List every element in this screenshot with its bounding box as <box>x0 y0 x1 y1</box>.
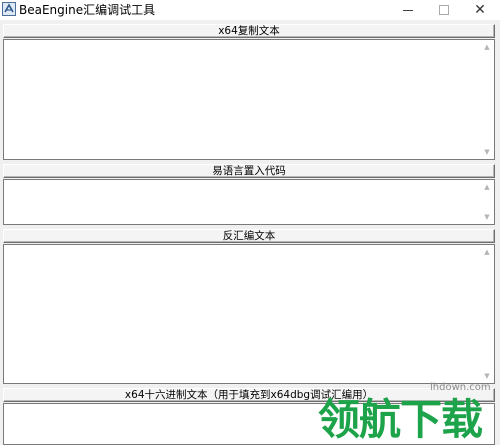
section-header-disassembly[interactable]: 反汇编文本 <box>3 229 495 243</box>
watermark: lhdown.com 领航下载 <box>318 382 500 445</box>
scroll-down-icon[interactable]: ▼ <box>482 372 492 380</box>
watermark-logo-text: 领航下载 <box>318 395 483 444</box>
app-icon <box>2 2 16 16</box>
close-icon: ✕ <box>474 2 486 18</box>
scroll-up-icon[interactable]: ▲ <box>482 183 492 191</box>
watermark-url: lhdown.com <box>430 382 491 393</box>
minimize-icon <box>403 9 413 11</box>
section-header-x64-copy-text[interactable]: x64复制文本 <box>3 24 495 38</box>
maximize-icon <box>439 5 449 15</box>
maximize-button[interactable] <box>427 0 461 20</box>
main-window: BeaEngine汇编调试工具 ✕ x64复制文本 ▲ ▼ 易语言置入代码 ▲ … <box>0 0 500 445</box>
minimize-button[interactable] <box>391 0 425 20</box>
x64-copy-text-area[interactable]: ▲ ▼ <box>3 39 495 160</box>
epl-code-content <box>7 182 478 222</box>
scroll-up-icon[interactable]: ▲ <box>482 248 492 256</box>
x64-copy-text-content <box>7 42 478 157</box>
window-title: BeaEngine汇编调试工具 <box>19 3 156 17</box>
disassembly-content <box>7 247 478 381</box>
section-header-epl-code[interactable]: 易语言置入代码 <box>3 164 495 178</box>
epl-code-text-area[interactable]: ▲ ▼ <box>3 179 495 225</box>
close-button[interactable]: ✕ <box>463 0 497 20</box>
title-bar[interactable]: BeaEngine汇编调试工具 ✕ <box>0 0 500 20</box>
scroll-down-icon[interactable]: ▼ <box>482 148 492 156</box>
scroll-down-icon[interactable]: ▼ <box>482 213 492 221</box>
scroll-up-icon[interactable]: ▲ <box>482 43 492 51</box>
disassembly-text-area[interactable]: ▲ ▼ <box>3 244 495 384</box>
